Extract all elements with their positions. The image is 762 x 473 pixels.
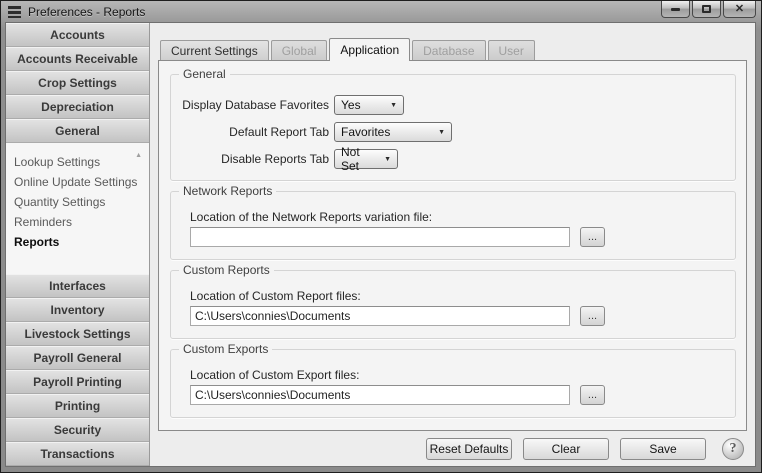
sidebar-section-interfaces[interactable]: Interfaces [6, 274, 149, 298]
window-title: Preferences - Reports [28, 5, 145, 19]
group-general: General Display Database Favorites Yes ▼… [170, 74, 736, 181]
path-row: ... [190, 306, 725, 326]
reset-defaults-button[interactable]: Reset Defaults [426, 438, 512, 460]
footer-bar: Reset Defaults Clear Save ? [158, 431, 747, 466]
group-network-reports: Network Reports Location of the Network … [170, 191, 736, 260]
tab-application[interactable]: Application [329, 38, 410, 61]
minimize-button[interactable] [661, 1, 690, 18]
save-button[interactable]: Save [620, 438, 706, 460]
network-reports-browse-button[interactable]: ... [580, 227, 605, 247]
sidebar-item-online-update-settings[interactable]: Online Update Settings [14, 172, 145, 192]
client-area: Accounts Accounts Receivable Crop Settin… [5, 22, 756, 467]
sidebar-item-quantity-settings[interactable]: Quantity Settings [14, 192, 145, 212]
custom-reports-location-input[interactable] [190, 306, 570, 326]
disable-reports-tab-label: Disable Reports Tab [181, 152, 329, 166]
sidebar-section-printing[interactable]: Printing [6, 394, 149, 418]
dropdown-value: Not Set [341, 145, 376, 173]
sidebar-section-livestock-settings[interactable]: Livestock Settings [6, 322, 149, 346]
group-network-reports-title: Network Reports [179, 184, 276, 198]
close-button[interactable]: ✕ [723, 1, 756, 18]
maximize-button[interactable] [692, 1, 721, 18]
path-row: ... [190, 385, 725, 405]
group-custom-exports-title: Custom Exports [179, 342, 272, 356]
custom-exports-browse-button[interactable]: ... [580, 385, 605, 405]
sidebar-section-transactions[interactable]: Transactions [6, 442, 149, 466]
scroll-up-icon[interactable]: ▲ [135, 152, 142, 159]
sidebar-section-payroll-general[interactable]: Payroll General [6, 346, 149, 370]
custom-exports-location-input[interactable] [190, 385, 570, 405]
sidebar-section-inventory[interactable]: Inventory [6, 298, 149, 322]
application-tab-panel: General Display Database Favorites Yes ▼… [158, 60, 747, 431]
custom-reports-browse-button[interactable]: ... [580, 306, 605, 326]
group-custom-reports: Custom Reports Location of Custom Report… [170, 270, 736, 339]
path-row: ... [190, 227, 725, 247]
sidebar-section-payroll-printing[interactable]: Payroll Printing [6, 370, 149, 394]
sidebar-item-reminders[interactable]: Reminders [14, 212, 145, 232]
minimize-icon [671, 8, 680, 11]
sidebar: Accounts Accounts Receivable Crop Settin… [6, 23, 150, 466]
display-database-favorites-label: Display Database Favorites [181, 98, 329, 112]
sidebar-section-crop-settings[interactable]: Crop Settings [6, 71, 149, 95]
sidebar-section-accounts-receivable[interactable]: Accounts Receivable [6, 47, 149, 71]
app-icon [8, 6, 22, 18]
close-icon: ✕ [735, 4, 744, 15]
chevron-down-icon: ▼ [382, 102, 397, 109]
dropdown-value: Yes [341, 98, 361, 112]
sidebar-item-reports[interactable]: Reports [14, 232, 145, 252]
titlebar: Preferences - Reports ✕ [5, 1, 756, 22]
chevron-down-icon: ▼ [430, 129, 445, 136]
network-reports-location-label: Location of the Network Reports variatio… [190, 210, 725, 224]
dropdown-value: Favorites [341, 125, 390, 139]
clear-button[interactable]: Clear [523, 438, 609, 460]
network-reports-location-input[interactable] [190, 227, 570, 247]
form-row: Disable Reports Tab Not Set ▼ [181, 149, 725, 169]
group-custom-reports-title: Custom Reports [179, 263, 274, 277]
display-database-favorites-dropdown[interactable]: Yes ▼ [334, 95, 404, 115]
main-area: Current Settings Global Application Data… [150, 23, 755, 466]
default-report-tab-dropdown[interactable]: Favorites ▼ [334, 122, 452, 142]
tab-user[interactable]: User [488, 40, 535, 60]
disable-reports-tab-dropdown[interactable]: Not Set ▼ [334, 149, 398, 169]
sidebar-section-security[interactable]: Security [6, 418, 149, 442]
chevron-down-icon: ▼ [376, 156, 391, 163]
form-row: Display Database Favorites Yes ▼ [181, 95, 725, 115]
tab-current-settings[interactable]: Current Settings [160, 40, 269, 60]
form-row: Default Report Tab Favorites ▼ [181, 122, 725, 142]
sidebar-item-lookup-settings[interactable]: Lookup Settings [14, 152, 145, 172]
sidebar-section-general[interactable]: General [6, 119, 149, 143]
sidebar-section-accounts[interactable]: Accounts [6, 23, 149, 47]
preferences-window: Preferences - Reports ✕ Accounts Account… [0, 0, 762, 473]
default-report-tab-label: Default Report Tab [181, 125, 329, 139]
help-button[interactable]: ? [722, 438, 744, 460]
tab-global[interactable]: Global [271, 40, 328, 60]
window-controls: ✕ [661, 1, 756, 18]
sidebar-section-depreciation[interactable]: Depreciation [6, 95, 149, 119]
tab-strip: Current Settings Global Application Data… [158, 37, 747, 60]
tab-database[interactable]: Database [412, 40, 485, 60]
sidebar-general-panel: ▲ Lookup Settings Online Update Settings… [6, 143, 149, 274]
group-general-title: General [179, 67, 230, 81]
maximize-icon [702, 5, 711, 13]
custom-exports-location-label: Location of Custom Export files: [190, 368, 725, 382]
group-custom-exports: Custom Exports Location of Custom Export… [170, 349, 736, 418]
custom-reports-location-label: Location of Custom Report files: [190, 289, 725, 303]
